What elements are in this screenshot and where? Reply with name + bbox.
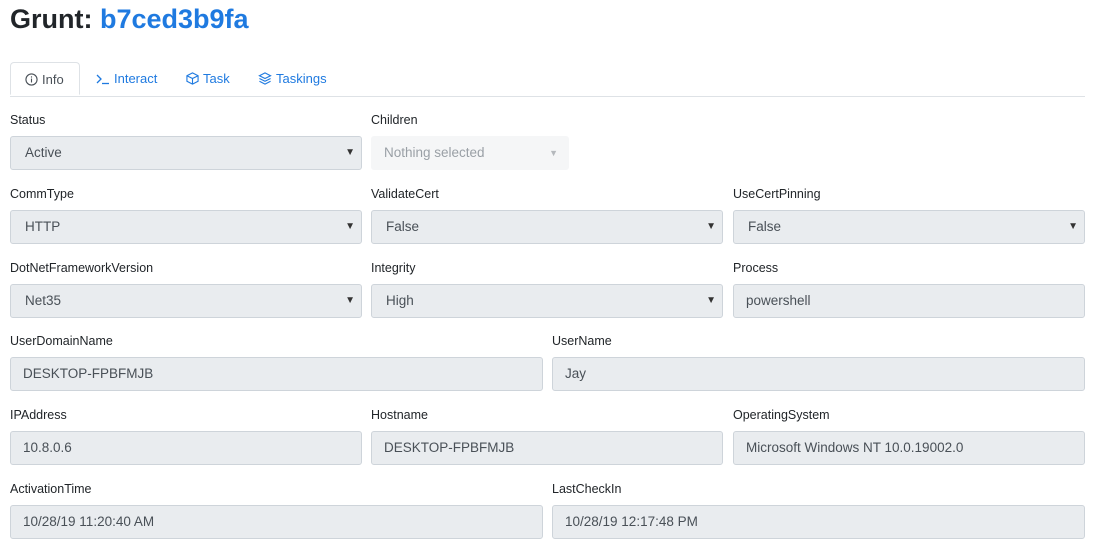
hostname-label: Hostname [371,408,428,422]
integrity-value: High [386,293,414,308]
tab-bar: Info Interact Task Taskings [10,62,1085,97]
tab-taskings[interactable]: Taskings [258,62,327,95]
username-input[interactable]: Jay [552,357,1085,391]
operatingsystem-value: Microsoft Windows NT 10.0.19002.0 [746,440,964,455]
operatingsystem-label: OperatingSystem [733,408,830,422]
validatecert-label: ValidateCert [371,187,439,201]
userdomainname-label: UserDomainName [10,334,113,348]
page-title: Grunt: b7ced3b9fa [10,2,249,36]
cube-icon [186,72,199,85]
integrity-label: Integrity [371,261,416,275]
status-label: Status [10,113,46,127]
username-label: UserName [552,334,612,348]
terminal-prompt-icon [96,73,110,85]
dropdown-caret-icon: ▼ [345,147,355,158]
dropdown-caret-icon: ▼ [345,221,355,232]
ipaddress-value: 10.8.0.6 [23,440,72,455]
integrity-select[interactable]: High ▼ [371,284,723,318]
tab-info-label: Info [42,72,64,87]
tab-taskings-label: Taskings [276,71,327,86]
dotnet-value: Net35 [25,293,62,308]
lastcheckin-value: 10/28/19 12:17:48 PM [565,514,698,529]
status-select[interactable]: Active ▼ [10,136,362,170]
process-value: powershell [746,293,811,308]
tab-info[interactable]: Info [10,62,80,95]
activationtime-label: ActivationTime [10,482,92,496]
hostname-input[interactable]: DESKTOP-FPBFMJB [371,431,723,465]
dropdown-caret-icon: ▼ [345,295,355,306]
commtype-select[interactable]: HTTP ▼ [10,210,362,244]
dotnet-label: DotNetFrameworkVersion [10,261,154,275]
usecertpinning-value: False [748,219,782,234]
validatecert-select[interactable]: False ▼ [371,210,723,244]
tab-task-label: Task [203,71,230,86]
activationtime-value: 10/28/19 11:20:40 AM [23,514,155,529]
children-placeholder: Nothing selected [384,145,485,160]
activationtime-input[interactable]: 10/28/19 11:20:40 AM [10,505,543,539]
userdomainname-value: DESKTOP-FPBFMJB [23,366,154,381]
dropdown-caret-icon: ▼ [706,295,716,306]
userdomainname-input[interactable]: DESKTOP-FPBFMJB [10,357,543,391]
grunt-id: b7ced3b9fa [100,4,249,34]
status-value: Active [25,145,62,160]
lastcheckin-label: LastCheckIn [552,482,622,496]
dropdown-caret-icon: ▼ [549,148,558,158]
username-value: Jay [565,366,587,381]
hostname-value: DESKTOP-FPBFMJB [384,440,515,455]
ipaddress-label: IPAddress [10,408,67,422]
commtype-value: HTTP [25,219,61,234]
operatingsystem-input[interactable]: Microsoft Windows NT 10.0.19002.0 [733,431,1085,465]
tab-interact-label: Interact [114,71,158,86]
tab-interact[interactable]: Interact [96,62,157,95]
dotnet-select[interactable]: Net35 ▼ [10,284,362,318]
usecertpinning-label: UseCertPinning [733,187,821,201]
process-input[interactable]: powershell [733,284,1085,318]
lastcheckin-input[interactable]: 10/28/19 12:17:48 PM [552,505,1085,539]
children-select[interactable]: Nothing selected ▼ [371,136,569,170]
children-label: Children [371,113,418,127]
page-title-label: Grunt: [10,4,93,34]
info-circle-icon [25,73,38,86]
process-label: Process [733,261,779,275]
layers-icon [258,72,272,85]
validatecert-value: False [386,219,420,234]
tab-task[interactable]: Task [186,62,230,95]
dropdown-caret-icon: ▼ [706,221,716,232]
dropdown-caret-icon: ▼ [1068,221,1078,232]
commtype-label: CommType [10,187,74,201]
usecertpinning-select[interactable]: False ▼ [733,210,1085,244]
ipaddress-input[interactable]: 10.8.0.6 [10,431,362,465]
